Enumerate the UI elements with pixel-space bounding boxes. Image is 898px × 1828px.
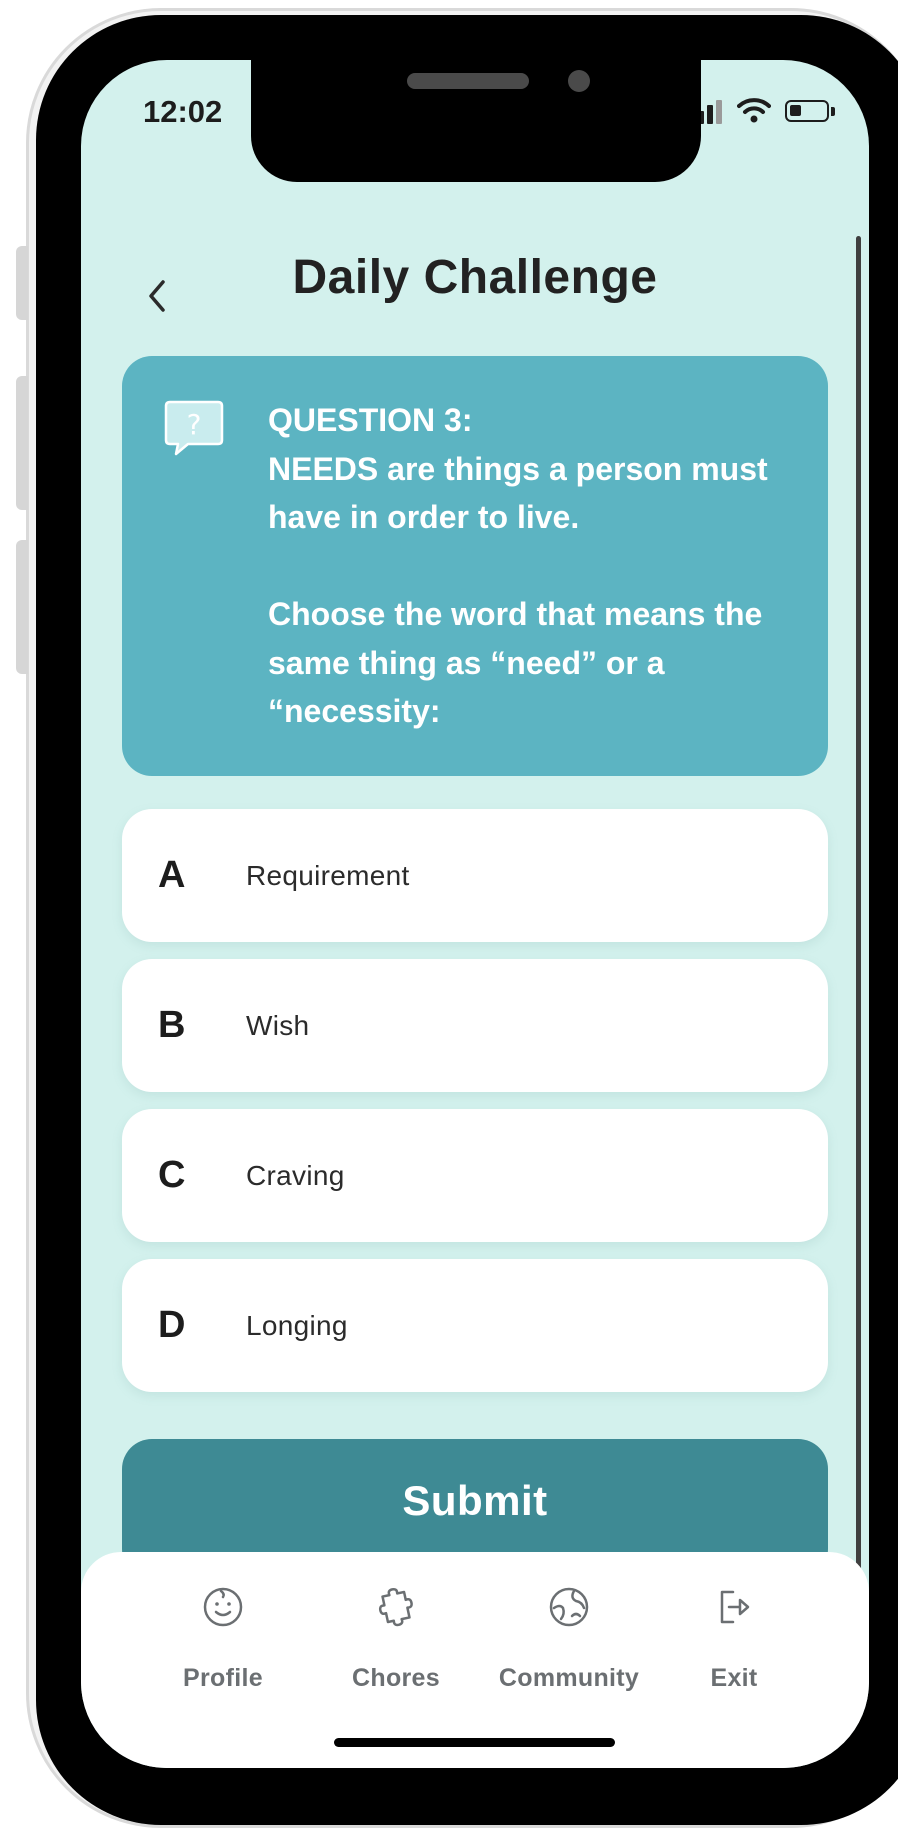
- tab-community[interactable]: Community: [484, 1586, 654, 1706]
- tab-profile[interactable]: Profile: [138, 1586, 308, 1706]
- answer-option-c[interactable]: C Craving: [122, 1109, 828, 1242]
- tab-label: Profile: [183, 1664, 263, 1692]
- battery-icon: [785, 100, 829, 122]
- question-prompt: Choose the word that means the same thin…: [268, 596, 763, 729]
- device-notch: [251, 60, 701, 182]
- smiley-face-icon: [203, 1587, 243, 1627]
- speaker-grille: [407, 73, 529, 89]
- question-bubble-icon: ?: [164, 400, 224, 456]
- battery-tip: [831, 107, 835, 116]
- scrollbar[interactable]: [856, 236, 861, 1676]
- option-text: Requirement: [246, 860, 410, 891]
- answer-option-b[interactable]: B Wish: [122, 959, 828, 1092]
- globe-icon: [549, 1587, 589, 1627]
- answer-option-d[interactable]: D Longing: [122, 1259, 828, 1392]
- question-heading: QUESTION 3:: [268, 402, 473, 438]
- tab-exit[interactable]: Exit: [649, 1586, 819, 1706]
- answer-option-a[interactable]: A Requirement: [122, 809, 828, 942]
- tab-label: Community: [498, 1664, 640, 1692]
- option-letter: B: [158, 1004, 186, 1046]
- question-card: ? QUESTION 3: NEEDS are things a person …: [122, 356, 828, 776]
- option-text: Longing: [246, 1310, 348, 1341]
- tab-label: Chores: [352, 1664, 440, 1692]
- option-letter: D: [158, 1304, 186, 1346]
- tab-chores[interactable]: Chores: [311, 1586, 481, 1706]
- option-letter: A: [158, 854, 186, 896]
- svg-text:?: ?: [187, 408, 202, 441]
- tab-label: Exit: [710, 1664, 758, 1692]
- puzzle-piece-icon: [378, 1587, 413, 1627]
- exit-icon: [720, 1590, 750, 1624]
- page-title: Daily Challenge: [292, 251, 658, 304]
- option-text: Wish: [246, 1010, 310, 1041]
- question-text: QUESTION 3: NEEDS are things a person mu…: [268, 396, 798, 736]
- volume-down-button: [16, 540, 28, 674]
- bottom-tab-bar: Profile Chores Community Exit: [81, 1552, 869, 1768]
- app-screen: 12:02 Daily Challenge ? QUESTION 3: NEED…: [81, 60, 869, 1768]
- question-statement: NEEDS are things a person must have in o…: [268, 450, 768, 536]
- status-icons: [689, 98, 839, 128]
- volume-up-button: [16, 376, 28, 510]
- front-camera: [568, 70, 590, 92]
- status-time: 12:02: [143, 94, 223, 129]
- silent-switch: [16, 246, 28, 320]
- option-text: Craving: [246, 1160, 345, 1191]
- option-letter: C: [158, 1154, 186, 1196]
- home-indicator[interactable]: [334, 1738, 615, 1747]
- wifi-icon: [737, 98, 771, 123]
